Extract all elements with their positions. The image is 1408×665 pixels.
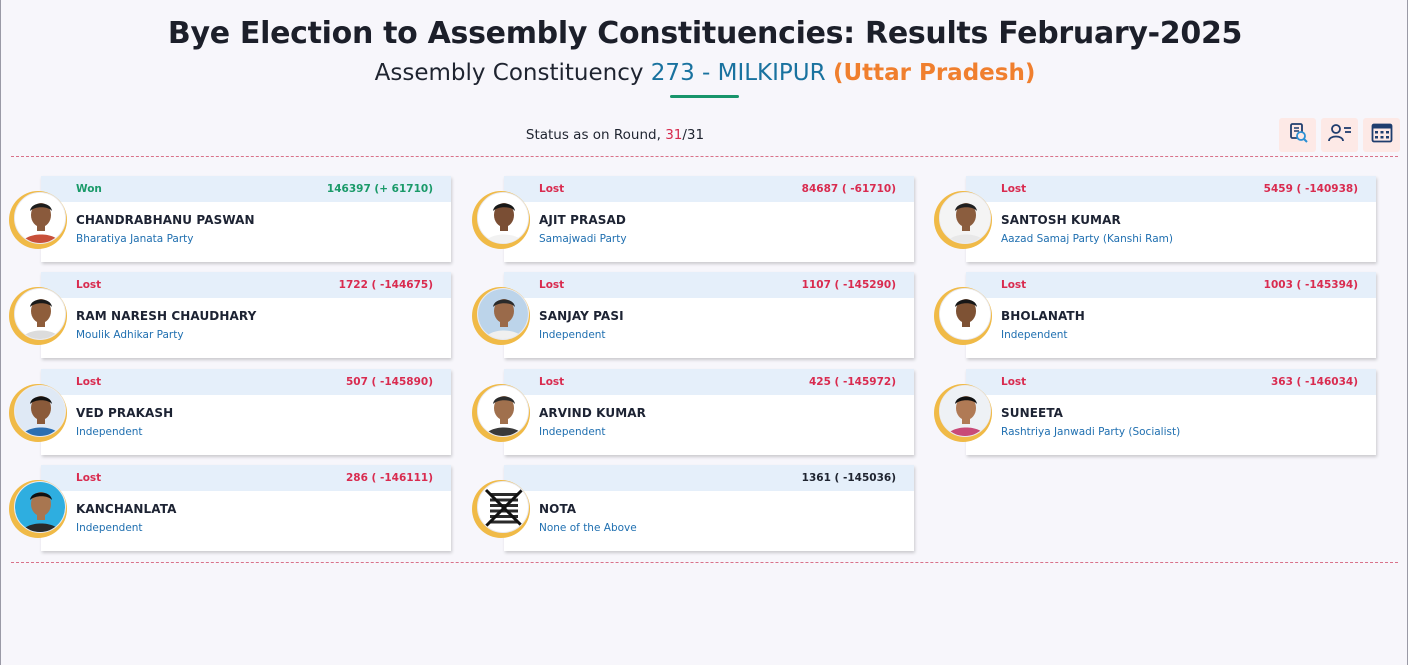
candidate-card[interactable]: Lost 363 ( -146034) SUNEETA Rashtriya Janwa… <box>934 369 1378 455</box>
result-status: Lost <box>1001 279 1027 291</box>
candidate-name: ARVIND KUMAR <box>539 406 646 420</box>
result-status: Lost <box>539 279 565 291</box>
candidate-name: SANTOSH KUMAR <box>1001 213 1121 227</box>
candidate-avatar <box>939 288 991 340</box>
candidate-card[interactable]: Won 146397 (+ 61710) CHANDRABHANU PASWAN Bh… <box>9 176 453 262</box>
party-name: Independent <box>76 426 143 438</box>
candidate-card[interactable]: Lost 286 ( -146111) KANCHANLATA Independent <box>9 465 453 551</box>
vote-count: 425 ( -145972) <box>808 376 896 388</box>
view-toolbar <box>1279 118 1400 152</box>
state-name: (Uttar Pradesh) <box>832 60 1036 86</box>
candidate-avatar <box>14 385 66 437</box>
candidate-avatar <box>477 288 529 340</box>
candidate-name: SANJAY PASI <box>539 309 624 323</box>
candidate-name: VED PRAKASH <box>76 406 174 420</box>
round-status-prefix: Status as on Round, <box>525 127 666 143</box>
candidate-card-panel: 1361 ( -145036) NOTA None of the Above <box>504 465 914 551</box>
candidate-name: KANCHANLATA <box>76 502 177 516</box>
vote-count: 1361 ( -145036) <box>801 472 896 484</box>
title-underline <box>670 95 739 98</box>
vote-count: 1722 ( -144675) <box>338 279 433 291</box>
top-divider <box>11 156 1398 157</box>
candidate-name: AJIT PRASAD <box>539 213 626 227</box>
party-name: Independent <box>539 426 606 438</box>
result-status: Lost <box>76 279 102 291</box>
round-status: Status as on Round, 31/31 <box>1 127 1229 143</box>
result-status: Lost <box>76 376 102 388</box>
candidate-name: CHANDRABHANU PASWAN <box>76 213 255 227</box>
vote-count: 507 ( -145890) <box>345 376 433 388</box>
vote-count: 5459 ( -140938) <box>1263 183 1358 195</box>
grid-view-button[interactable] <box>1363 118 1400 152</box>
page-subtitle: Assembly Constituency 273 - MILKIPUR (Ut… <box>1 60 1408 86</box>
candidate-card-panel: Won 146397 (+ 61710) CHANDRABHANU PASWAN Bh… <box>41 176 451 262</box>
result-status: Lost <box>76 472 102 484</box>
candidate-avatar <box>939 385 991 437</box>
grid-view-icon <box>1371 122 1393 148</box>
party-name: None of the Above <box>539 522 637 534</box>
candidate-card-panel: Lost 425 ( -145972) ARVIND KUMAR Independen… <box>504 369 914 455</box>
party-name: Moulik Adhikar Party <box>76 329 184 341</box>
vote-count: 146397 (+ 61710) <box>326 183 433 195</box>
vote-count: 286 ( -146111) <box>345 472 433 484</box>
candidate-avatar <box>14 288 66 340</box>
candidate-card-panel: Lost 84687 ( -61710) AJIT PRASAD Samajwadi … <box>504 176 914 262</box>
candidate-avatar <box>477 192 529 244</box>
page-title: Bye Election to Assembly Constituencies:… <box>167 16 1243 51</box>
candidate-card[interactable]: Lost 1107 ( -145290) SANJAY PASI Independen… <box>472 272 916 358</box>
party-name: Independent <box>539 329 606 341</box>
candidate-avatar <box>939 192 991 244</box>
chart-search-button[interactable] <box>1279 118 1316 152</box>
party-name: Rashtriya Janwadi Party (Socialist) <box>1001 426 1181 438</box>
candidate-card-panel: Lost 1107 ( -145290) SANJAY PASI Independen… <box>504 272 914 358</box>
candidate-card-panel: Lost 507 ( -145890) VED PRAKASH Independent <box>41 369 451 455</box>
vote-count: 363 ( -146034) <box>1270 376 1358 388</box>
candidate-avatar <box>14 481 66 533</box>
candidate-card[interactable]: Lost 1003 ( -145394) BHOLANATH Independent <box>934 272 1378 358</box>
candidate-card[interactable]: Lost 5459 ( -140938) SANTOSH KUMAR Aazad Sa… <box>934 176 1378 262</box>
chart-search-icon <box>1287 122 1309 148</box>
party-name: Independent <box>1001 329 1068 341</box>
current-round: 31 <box>665 127 683 143</box>
vote-count: 1107 ( -145290) <box>801 279 896 291</box>
candidate-list-button[interactable] <box>1321 118 1358 152</box>
candidate-card[interactable]: Lost 425 ( -145972) ARVIND KUMAR Independen… <box>472 369 916 455</box>
candidate-list-icon <box>1327 123 1352 147</box>
nota-symbol-icon <box>477 481 529 533</box>
candidate-name: RAM NARESH CHAUDHARY <box>76 309 257 323</box>
result-status: Won <box>76 183 102 195</box>
result-status: Lost <box>539 376 565 388</box>
candidate-card-panel: Lost 1722 ( -144675) RAM NARESH CHAUDHARY M… <box>41 272 451 358</box>
candidate-avatar <box>14 192 66 244</box>
bottom-divider <box>11 562 1398 563</box>
result-status: Lost <box>1001 183 1027 195</box>
result-status: Lost <box>1001 376 1027 388</box>
vote-count: 1003 ( -145394) <box>1263 279 1358 291</box>
candidate-card[interactable]: Lost 84687 ( -61710) AJIT PRASAD Samajwadi … <box>472 176 916 262</box>
candidate-name: BHOLANATH <box>1001 309 1085 323</box>
subtitle-prefix: Assembly Constituency <box>374 60 651 86</box>
candidate-card-panel: Lost 363 ( -146034) SUNEETA Rashtriya Janwa… <box>966 369 1376 455</box>
candidate-card-panel: Lost 286 ( -146111) KANCHANLATA Independent <box>41 465 451 551</box>
party-name: Samajwadi Party <box>539 233 627 245</box>
candidate-name: SUNEETA <box>1001 406 1064 420</box>
party-name: Bharatiya Janata Party <box>76 233 194 245</box>
result-status: Lost <box>539 183 565 195</box>
total-rounds: /31 <box>682 127 705 143</box>
candidate-card[interactable]: Lost 507 ( -145890) VED PRAKASH Independent <box>9 369 453 455</box>
candidate-name: NOTA <box>539 502 577 516</box>
candidate-card-panel: Lost 1003 ( -145394) BHOLANATH Independent <box>966 272 1376 358</box>
candidate-card-panel: Lost 5459 ( -140938) SANTOSH KUMAR Aazad Sa… <box>966 176 1376 262</box>
party-name: Independent <box>76 522 143 534</box>
candidate-card[interactable]: Lost 1722 ( -144675) RAM NARESH CHAUDHARY M… <box>9 272 453 358</box>
party-name: Aazad Samaj Party (Kanshi Ram) <box>1001 233 1173 245</box>
candidate-card[interactable]: 1361 ( -145036) NOTA None of the Above <box>472 465 916 551</box>
vote-count: 84687 ( -61710) <box>801 183 896 195</box>
candidate-avatar <box>477 385 529 437</box>
constituency-name: 273 - MILKIPUR <box>650 60 826 86</box>
